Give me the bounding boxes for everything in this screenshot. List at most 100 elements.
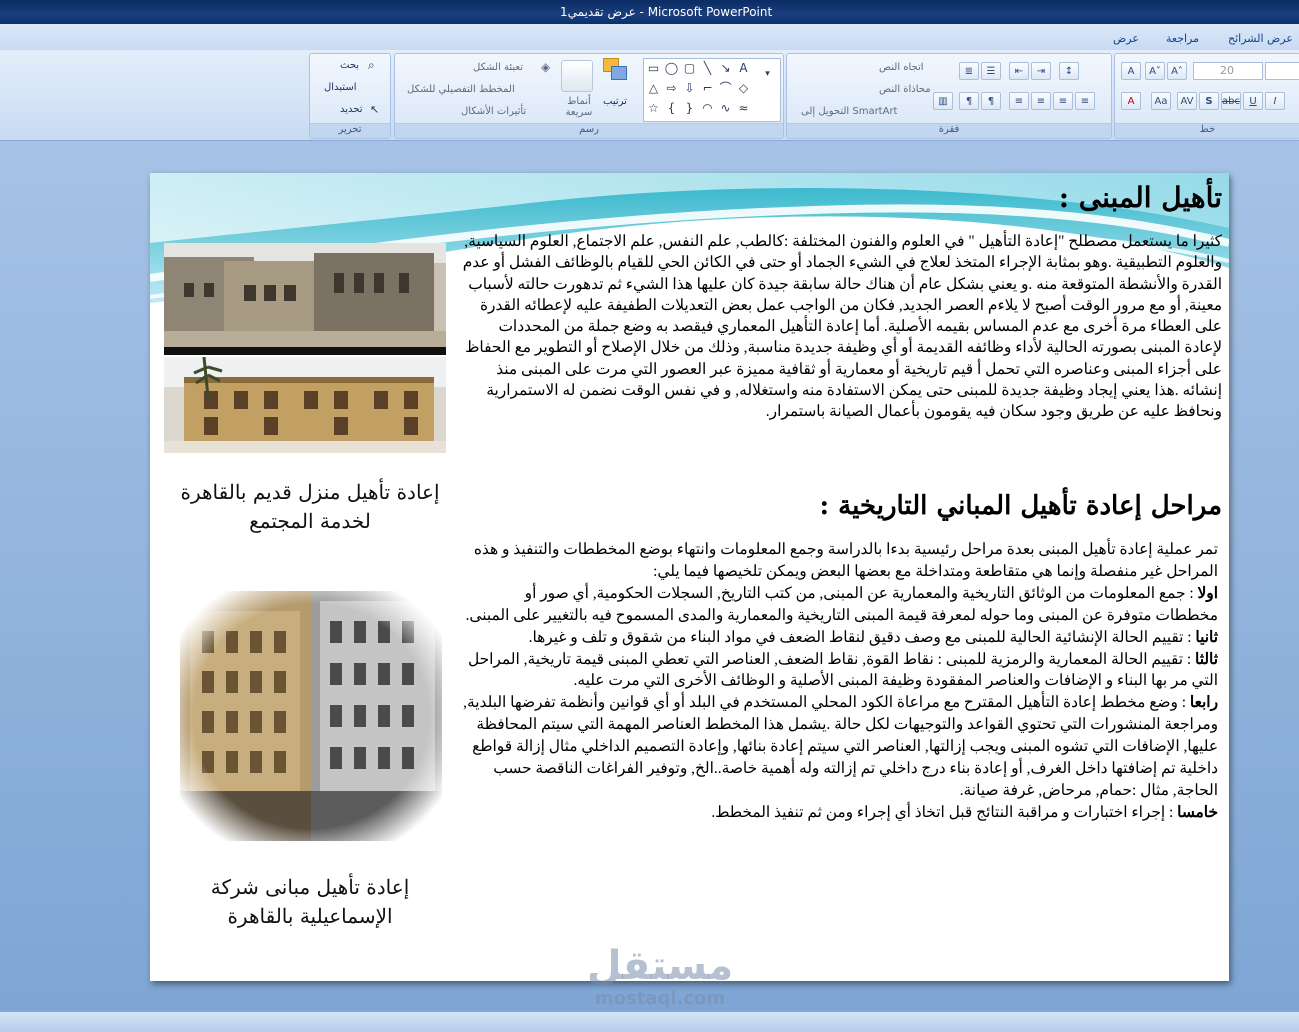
oval-shape-icon[interactable]: ◯	[664, 61, 679, 76]
line-spacing-icon[interactable]: ↕	[1059, 62, 1079, 80]
shapes-gallery[interactable]: ▭ ◯ ▢ ╲ ↘ A △ ⇨ ⇩ ⌐ ⌒ ◇ ☆ { } ◠ ∿ ≈ ▾	[643, 58, 781, 122]
strikethrough-icon[interactable]: abc	[1221, 92, 1241, 110]
shadow-icon[interactable]: S	[1199, 92, 1219, 110]
status-bar	[0, 1011, 1299, 1032]
font-color-icon[interactable]: A	[1121, 92, 1141, 110]
numbered-list-icon[interactable]: ≣	[959, 62, 979, 80]
ribbon-tabs: عرض الشرائح مراجعة عرض	[0, 24, 1299, 51]
stage-label: ثانيا	[1195, 628, 1218, 646]
freeform-shape-icon[interactable]: ∿	[718, 101, 733, 116]
stage-item: ثانيا : تقييم الحالة الإنشائية الحالية ل…	[462, 627, 1218, 649]
bullet-list-icon[interactable]: ☰	[981, 62, 1001, 80]
align-text-button[interactable]: محاذاة النص	[879, 84, 931, 95]
restored-house-photo	[164, 357, 446, 453]
quick-styles-button[interactable]: أنماط سريعة	[561, 96, 597, 118]
rectangle-shape-icon[interactable]: ▭	[646, 61, 661, 76]
gallery-more-icon[interactable]: ▾	[760, 67, 775, 82]
font-group: A A˅ A˄ 20 A Aa AV S abc U I خط	[1114, 53, 1299, 139]
drawing-group: تعبئة الشكل ◈ المخطط التفصيلي للشكل تأثي…	[394, 53, 784, 139]
stage-text: : تقييم الحالة المعمارية والرمزية للمبنى…	[467, 650, 1218, 690]
watermark-arabic: مستقل	[586, 943, 734, 989]
grow-font-icon[interactable]: A˄	[1167, 62, 1187, 80]
stage-text: : إجراء اختبارات و مراقبة النتائج قبل ات…	[711, 803, 1178, 821]
watermark-latin: mostaql.com	[594, 988, 726, 1009]
align-center-icon[interactable]: ≡	[1053, 92, 1073, 110]
paragraph-group: اتجاه النص محاذاة النص التحويل إلى Smart…	[786, 53, 1112, 139]
stages-intro: تمر عملية إعادة تأهيل المبنى بعدة مراحل …	[473, 541, 1218, 580]
paint-bucket-icon: ◈	[541, 60, 551, 74]
shape-fill-button[interactable]: تعبئة الشكل	[473, 62, 523, 73]
mostaql-watermark: مستقل mostaql.com	[560, 944, 760, 1009]
right-arrow-shape-icon[interactable]: ⇨	[664, 81, 679, 96]
stage-label: ثالثا	[1195, 650, 1218, 668]
editing-group-label: تحرير	[310, 123, 390, 138]
slide-paragraph-2: تمر عملية إعادة تأهيل المبنى بعدة مراحل …	[462, 539, 1218, 824]
old-house-photo	[164, 243, 446, 355]
curved-line-shape-icon[interactable]: ⌒	[718, 81, 733, 96]
replace-button[interactable]: استبدال	[324, 82, 357, 93]
drawing-group-label: رسم	[395, 123, 783, 138]
stage-item: رابعا : وضع مخطط إعادة التأهيل المقترح م…	[462, 692, 1218, 802]
stage-label: اولا	[1197, 584, 1219, 602]
font-size-value: 20	[1220, 64, 1234, 77]
window-title: عرض تقديمي1 - Microsoft PowerPoint	[560, 5, 773, 19]
text-box-shape-icon[interactable]: A	[736, 61, 751, 76]
increase-indent-icon[interactable]: ⇥	[1031, 62, 1051, 80]
slide-paragraph-1: كثيرا ما يستعمل مصطلح "إعادة التأهيل " ف…	[462, 233, 1222, 421]
wave-shape-icon[interactable]: ≈	[736, 101, 751, 116]
ribbon: بحث ⌕ استبدال تحديد ↖ تحرير تعبئة الشكل …	[0, 50, 1299, 141]
clear-formatting-icon[interactable]: A	[1121, 62, 1141, 80]
tab-review[interactable]: مراجعة	[1166, 32, 1199, 45]
slide[interactable]: تأهيل المبنى : كثيرا ما يستعمل مصطلح "إع…	[150, 173, 1229, 981]
stage-label: خامسا	[1177, 803, 1218, 821]
brace-shape-icon[interactable]: {	[664, 101, 679, 116]
elbow-connector-shape-icon[interactable]: ⌐	[700, 81, 715, 96]
font-name-field[interactable]	[1265, 62, 1299, 80]
tab-view[interactable]: عرض	[1113, 32, 1139, 45]
slide-heading-2: مراحل إعادة تأهيل المباني التاريخية :	[819, 491, 1222, 521]
binoculars-icon: ⌕	[368, 58, 375, 72]
stage-text: : تقييم الحالة الإنشائية الحالية للمبنى …	[528, 628, 1196, 646]
stage-item: خامسا : إجراء اختبارات و مراقبة النتائج …	[462, 802, 1218, 824]
ismailia-buildings-photo	[180, 591, 442, 841]
rtl-direction-icon[interactable]: ¶	[981, 92, 1001, 110]
arrow-line-shape-icon[interactable]: ↘	[718, 61, 733, 76]
editing-group: بحث ⌕ استبدال تحديد ↖ تحرير	[309, 53, 391, 139]
line-shape-icon[interactable]: ╲	[700, 61, 715, 76]
bracket-shape-icon[interactable]: }	[682, 101, 697, 116]
down-arrow-shape-icon[interactable]: ⇩	[682, 81, 697, 96]
stage-text: : وضع مخطط إعادة التأهيل المقترح مع مراع…	[463, 694, 1218, 799]
font-group-label: خط	[1115, 123, 1299, 138]
italic-icon[interactable]: I	[1265, 92, 1285, 110]
align-right-icon[interactable]: ≡	[1075, 92, 1095, 110]
diamond-shape-icon[interactable]: ◇	[736, 81, 751, 96]
shrink-font-icon[interactable]: A˅	[1145, 62, 1165, 80]
change-case-icon[interactable]: Aa	[1151, 92, 1171, 110]
stage-item: ثالثا : تقييم الحالة المعمارية والرمزية …	[462, 649, 1218, 693]
decrease-indent-icon[interactable]: ⇤	[1009, 62, 1029, 80]
triangle-shape-icon[interactable]: △	[646, 81, 661, 96]
stage-text: : جمع المعلومات من الوثائق التاريخية وال…	[465, 584, 1218, 624]
quick-styles-icon	[561, 60, 593, 92]
character-spacing-icon[interactable]: AV	[1177, 92, 1197, 110]
font-size-field[interactable]: 20	[1193, 62, 1263, 80]
shape-outline-button[interactable]: المخطط التفصيلي للشكل	[407, 84, 515, 95]
text-direction-button[interactable]: اتجاه النص	[879, 62, 924, 73]
rounded-rect-shape-icon[interactable]: ▢	[682, 61, 697, 76]
columns-icon[interactable]: ▥	[933, 92, 953, 110]
align-left-icon[interactable]: ≡	[1031, 92, 1051, 110]
justify-icon[interactable]: ≡	[1009, 92, 1029, 110]
arrange-button[interactable]: ترتيب	[603, 96, 627, 107]
cursor-icon: ↖	[370, 103, 380, 116]
smartart-button[interactable]: التحويل إلى SmartArt	[801, 106, 897, 117]
arrange-icon	[603, 58, 629, 82]
shape-effects-button[interactable]: تأثيرات الأشكال	[461, 106, 526, 117]
star-shape-icon[interactable]: ☆	[646, 101, 661, 116]
paragraph-group-label: فقرة	[787, 123, 1111, 138]
tab-slideshow[interactable]: عرض الشرائح	[1228, 32, 1293, 45]
ltr-direction-icon[interactable]: ¶	[959, 92, 979, 110]
underline-icon[interactable]: U	[1243, 92, 1263, 110]
find-button[interactable]: بحث	[340, 60, 359, 71]
select-button[interactable]: تحديد	[340, 104, 363, 115]
arc-shape-icon[interactable]: ◠	[700, 101, 715, 116]
